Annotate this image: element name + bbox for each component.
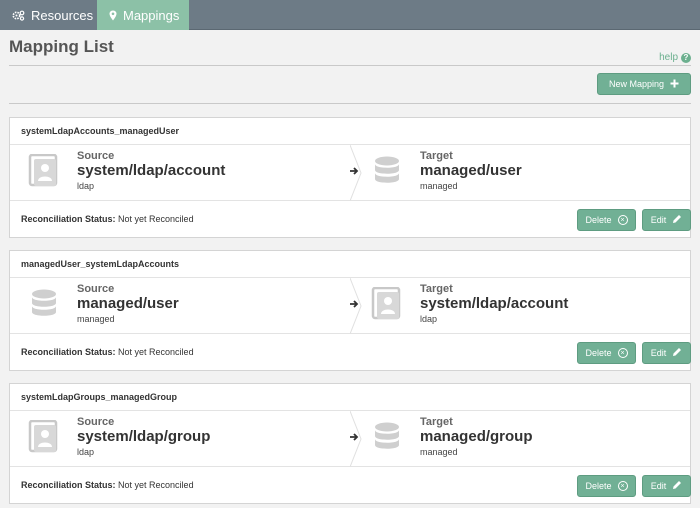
source-label: Source — [77, 150, 115, 162]
edit-button[interactable]: Edit — [642, 475, 691, 497]
mapping-card: systemLdapAccounts_managedUser Source sy… — [9, 117, 691, 238]
help-link[interactable]: help ? — [659, 52, 691, 63]
database-icon — [371, 154, 403, 188]
mapping-target: Target managed/group managed — [353, 411, 693, 467]
mapping-source: Source system/ldap/account ldap — [10, 145, 350, 201]
target-label: Target — [420, 150, 453, 162]
source-value: managed/user — [77, 295, 179, 312]
mapping-footer: Reconciliation Status: Not yet Reconcile… — [10, 334, 691, 371]
mapping-footer: Reconciliation Status: Not yet Reconcile… — [10, 201, 691, 238]
tab-resources[interactable]: Resources — [0, 0, 97, 30]
target-sub: ldap — [420, 314, 438, 324]
reconciliation-status: Reconciliation Status: Not yet Reconcile… — [21, 214, 194, 224]
source-value: system/ldap/group — [77, 428, 211, 445]
question-icon: ? — [681, 52, 691, 63]
edit-button[interactable]: Edit — [642, 342, 691, 364]
pencil-icon — [672, 347, 682, 359]
status-value: Not yet Reconciled — [118, 347, 194, 357]
target-value: managed/user — [420, 162, 522, 179]
target-sub: managed — [420, 181, 458, 191]
status-value: Not yet Reconciled — [118, 214, 194, 224]
mapping-footer: Reconciliation Status: Not yet Reconcile… — [10, 467, 691, 504]
top-nav: Resources Mappings — [0, 0, 700, 30]
target-label: Target — [420, 283, 453, 295]
mapping-body: Source managed/user managed Target syste… — [10, 277, 693, 335]
database-icon — [28, 287, 60, 321]
mapping-body: Source system/ldap/group ldap Target man… — [10, 410, 693, 468]
mapping-name[interactable]: managedUser_systemLdapAccounts — [10, 251, 690, 278]
divider — [9, 65, 691, 66]
edit-label: Edit — [650, 215, 667, 225]
gears-icon — [12, 10, 25, 21]
mapping-body: Source system/ldap/account ldap Target m… — [10, 144, 693, 202]
account-card-icon — [28, 153, 60, 188]
help-label: help — [659, 52, 678, 63]
mapping-card: systemLdapGroups_managedGroup Source sys… — [9, 383, 691, 504]
new-mapping-label: New Mapping — [608, 79, 665, 89]
pencil-icon — [672, 214, 682, 226]
mapping-source: Source system/ldap/group ldap — [10, 411, 350, 467]
mapping-target: Target system/ldap/account ldap — [353, 278, 693, 334]
source-sub: ldap — [77, 447, 95, 457]
delete-button[interactable]: Delete × — [577, 209, 636, 231]
mapping-card: managedUser_systemLdapAccounts Source ma… — [9, 250, 691, 371]
reconciliation-status: Reconciliation Status: Not yet Reconcile… — [21, 480, 194, 490]
edit-button[interactable]: Edit — [642, 209, 691, 231]
status-label: Reconciliation Status: — [21, 480, 116, 490]
source-sub: managed — [77, 314, 115, 324]
source-label: Source — [77, 416, 115, 428]
new-mapping-button[interactable]: New Mapping — [597, 73, 691, 95]
delete-label: Delete — [585, 215, 612, 225]
target-value: system/ldap/account — [420, 295, 569, 312]
page-title: Mapping List — [9, 37, 114, 56]
map-marker-icon — [109, 10, 117, 21]
edit-label: Edit — [650, 481, 667, 491]
target-sub: managed — [420, 447, 458, 457]
tab-resources-label: Resources — [31, 7, 94, 23]
pencil-icon — [672, 480, 682, 492]
mapping-name[interactable]: systemLdapAccounts_managedUser — [10, 118, 690, 145]
status-value: Not yet Reconciled — [118, 480, 194, 490]
delete-button[interactable]: Delete × — [577, 342, 636, 364]
tab-mappings-label: Mappings — [123, 7, 180, 23]
close-circle-icon: × — [617, 348, 628, 358]
reconciliation-status: Reconciliation Status: Not yet Reconcile… — [21, 347, 194, 357]
source-label: Source — [77, 283, 115, 295]
mapping-source: Source managed/user managed — [10, 278, 350, 334]
source-value: system/ldap/account — [77, 162, 226, 179]
database-icon — [371, 420, 403, 454]
delete-label: Delete — [585, 481, 612, 491]
delete-button[interactable]: Delete × — [577, 475, 636, 497]
close-circle-icon: × — [617, 215, 628, 225]
close-circle-icon: × — [617, 481, 628, 491]
delete-label: Delete — [585, 348, 612, 358]
account-card-icon — [371, 286, 403, 321]
account-card-icon — [28, 419, 60, 454]
tab-mappings[interactable]: Mappings — [97, 0, 189, 30]
edit-label: Edit — [650, 348, 667, 358]
plus-icon — [670, 79, 679, 90]
target-value: managed/group — [420, 428, 533, 445]
target-label: Target — [420, 416, 453, 428]
divider — [9, 103, 691, 104]
mapping-target: Target managed/user managed — [353, 145, 693, 201]
mapping-name[interactable]: systemLdapGroups_managedGroup — [10, 384, 690, 411]
status-label: Reconciliation Status: — [21, 347, 116, 357]
source-sub: ldap — [77, 181, 95, 191]
status-label: Reconciliation Status: — [21, 214, 116, 224]
